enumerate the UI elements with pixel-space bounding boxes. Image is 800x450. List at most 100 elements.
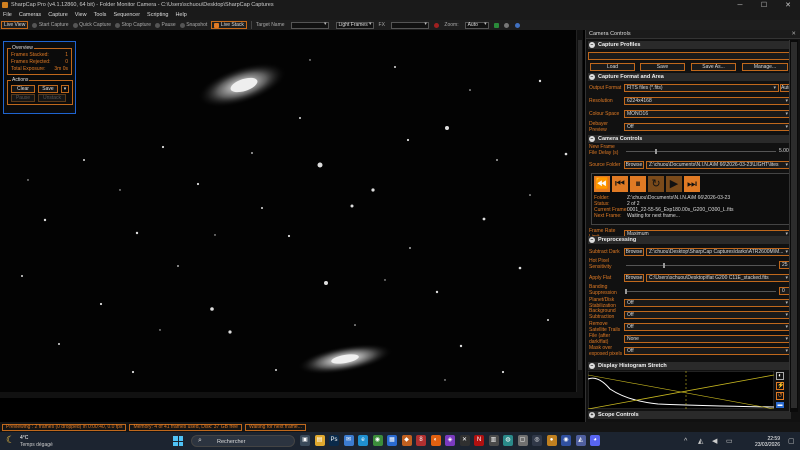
skip-end-icon[interactable]: ⏭ — [684, 176, 700, 192]
load-profile-button[interactable]: Load — [590, 63, 635, 71]
fx-dropdown[interactable] — [390, 21, 429, 29]
viewer-vertical-scrollbar[interactable] — [576, 30, 583, 392]
camera-controls-header[interactable]: − Camera Controls — [588, 135, 791, 143]
explorer-icon[interactable]: ▤ — [314, 435, 325, 446]
debayer-preview-dropdown[interactable]: Off — [624, 123, 791, 131]
capture-profiles-header[interactable]: − Capture Profiles — [588, 41, 791, 49]
reset-stretch-icon[interactable]: ↺ — [776, 392, 784, 400]
file-after-dropdown[interactable]: None — [624, 335, 791, 343]
capture-format-header[interactable]: − Capture Format and Area — [588, 73, 791, 81]
menu-capture[interactable]: Capture — [48, 12, 68, 18]
apply-flat-browse-button[interactable]: Browse — [624, 274, 644, 282]
profile-dropdown[interactable] — [588, 52, 791, 60]
satellite-trails-dropdown[interactable]: Off — [624, 323, 791, 331]
save-dropdown-button[interactable]: ▾ — [61, 85, 69, 93]
menu-scripting[interactable]: Scripting — [147, 12, 168, 18]
discord-icon[interactable]: ◕ — [590, 435, 600, 446]
pause-stack-button[interactable]: Pause — [11, 94, 35, 102]
zoom-dropdown[interactable]: Auto — [464, 21, 489, 29]
app-x-icon[interactable]: ✕ — [459, 435, 470, 446]
unstack-button[interactable]: Unstack — [38, 94, 66, 102]
preprocessing-header[interactable]: − Preprocessing — [588, 236, 791, 244]
apply-flat-dropdown[interactable]: C:\Users\schuou\Desktop\flat G200 C11E_s… — [646, 274, 791, 282]
save-as-profile-button[interactable]: Save As... — [691, 63, 736, 71]
chrome-icon[interactable]: ◉ — [372, 435, 383, 446]
manage-profiles-button[interactable]: Manage... — [742, 63, 788, 71]
photoshop-icon[interactable]: Ps — [329, 435, 339, 446]
resolution-dropdown[interactable]: 6224x4168 — [624, 97, 791, 105]
play-icon[interactable]: ▶ — [666, 176, 682, 192]
app-white-icon[interactable]: ▢ — [517, 435, 528, 446]
app-purple-icon[interactable]: ◈ — [445, 435, 455, 446]
histogram-header[interactable]: − Display Histogram Stretch — [588, 362, 791, 370]
viewer-horizontal-scrollbar[interactable] — [0, 392, 583, 398]
notification-icon[interactable]: ▢ — [788, 437, 795, 445]
banding-slider[interactable] — [625, 289, 776, 294]
settings-button[interactable] — [504, 22, 511, 28]
network-icon[interactable]: ◭ — [698, 437, 703, 445]
frame-type-dropdown[interactable]: Light Frames — [335, 21, 374, 29]
rewind-icon[interactable]: ⏪ — [594, 176, 610, 192]
firefox-icon[interactable]: ◐ — [430, 435, 441, 446]
save-button[interactable]: Save — [38, 85, 58, 93]
quick-capture-button[interactable]: Quick Capture — [72, 22, 111, 28]
live-stack-button[interactable]: Live Stack — [211, 21, 247, 29]
image-viewer[interactable] — [0, 30, 583, 392]
reticle-button[interactable] — [433, 22, 441, 28]
mask-overexposed-dropdown[interactable]: Off — [624, 347, 791, 355]
app-shield-icon[interactable]: ◭ — [575, 435, 586, 446]
subtract-dark-dropdown[interactable]: Z:\chuou\Desktop\SharpCap Captures\darks… — [646, 248, 791, 256]
maximize-button[interactable]: ☐ — [752, 0, 776, 10]
clock[interactable]: 22:59 23/03/2026 — [744, 436, 780, 448]
histogram-button[interactable] — [493, 22, 501, 28]
start-button[interactable] — [173, 436, 184, 447]
viewer-scroll-thumb[interactable] — [578, 40, 582, 370]
stop-capture-button[interactable]: Stop Capture — [115, 22, 151, 28]
contrast-icon[interactable]: ◐ — [776, 372, 784, 380]
save-profile-button[interactable]: Save — [640, 63, 685, 71]
app-blue-icon[interactable]: ◉ — [561, 435, 571, 446]
panel-scrollbar[interactable] — [789, 40, 798, 412]
start-capture-button[interactable]: Start Capture — [32, 22, 69, 28]
hot-pixel-slider[interactable] — [626, 263, 776, 268]
live-view-button[interactable]: Live View — [1, 21, 29, 29]
background-subtraction-dropdown[interactable]: Off — [624, 311, 791, 319]
app-teal-icon[interactable]: ◍ — [503, 435, 513, 446]
app-orange-icon[interactable]: ◆ — [401, 435, 412, 446]
source-folder-browse-button[interactable]: Browse — [624, 161, 644, 169]
menu-file[interactable]: File — [3, 12, 12, 18]
app-dark-icon[interactable]: ◎ — [532, 435, 542, 446]
panel-close-icon[interactable]: ✕ — [791, 30, 796, 39]
clear-button[interactable]: Clear — [11, 85, 35, 93]
reload-icon[interactable]: ↻ — [648, 176, 664, 192]
panel-scroll-thumb[interactable] — [791, 42, 797, 408]
hot-pixel-knob[interactable] — [662, 263, 665, 268]
menu-tools[interactable]: Tools — [94, 12, 107, 18]
pause-button[interactable]: Pause — [155, 22, 176, 28]
mail-icon[interactable]: ✉ — [343, 435, 354, 446]
menu-cameras[interactable]: Cameras — [19, 12, 41, 18]
colour-space-dropdown[interactable]: MONO16 — [624, 110, 791, 118]
output-format-dropdown[interactable]: FITS files (*.fits) — [624, 84, 779, 92]
app-grey-icon[interactable]: ▥ — [488, 435, 499, 446]
save-stretch-icon[interactable]: ▬ — [776, 402, 784, 408]
store-icon[interactable]: ▦ — [387, 435, 397, 446]
close-button[interactable]: ✕ — [776, 0, 800, 10]
scope-controls-header[interactable]: + Scope Controls — [588, 411, 791, 419]
speaker-icon[interactable]: ◀ — [712, 437, 717, 445]
task-view-icon[interactable]: ▣ — [300, 435, 310, 446]
edge-icon[interactable]: e — [358, 435, 368, 446]
planet-stabilization-dropdown[interactable]: Off — [624, 299, 791, 307]
pin-button[interactable] — [514, 22, 522, 28]
skip-start-icon[interactable]: ⏮ — [612, 176, 628, 192]
new-frame-delay-slider[interactable] — [626, 149, 776, 154]
chevron-up-icon[interactable]: ^ — [684, 438, 687, 445]
pause-playback-icon[interactable]: ⏸ — [630, 176, 646, 192]
new-frame-delay-knob[interactable] — [655, 149, 657, 154]
target-name-dropdown[interactable] — [290, 21, 329, 29]
battery-icon[interactable]: ▭ — [726, 437, 733, 445]
taskbar-search[interactable]: ⌕ Rechercher — [191, 435, 295, 447]
menu-view[interactable]: View — [75, 12, 87, 18]
app-sharpcap-icon[interactable]: ● — [546, 435, 557, 446]
weather-widget[interactable]: ☾ 4°C Temps dégagé — [6, 433, 66, 449]
